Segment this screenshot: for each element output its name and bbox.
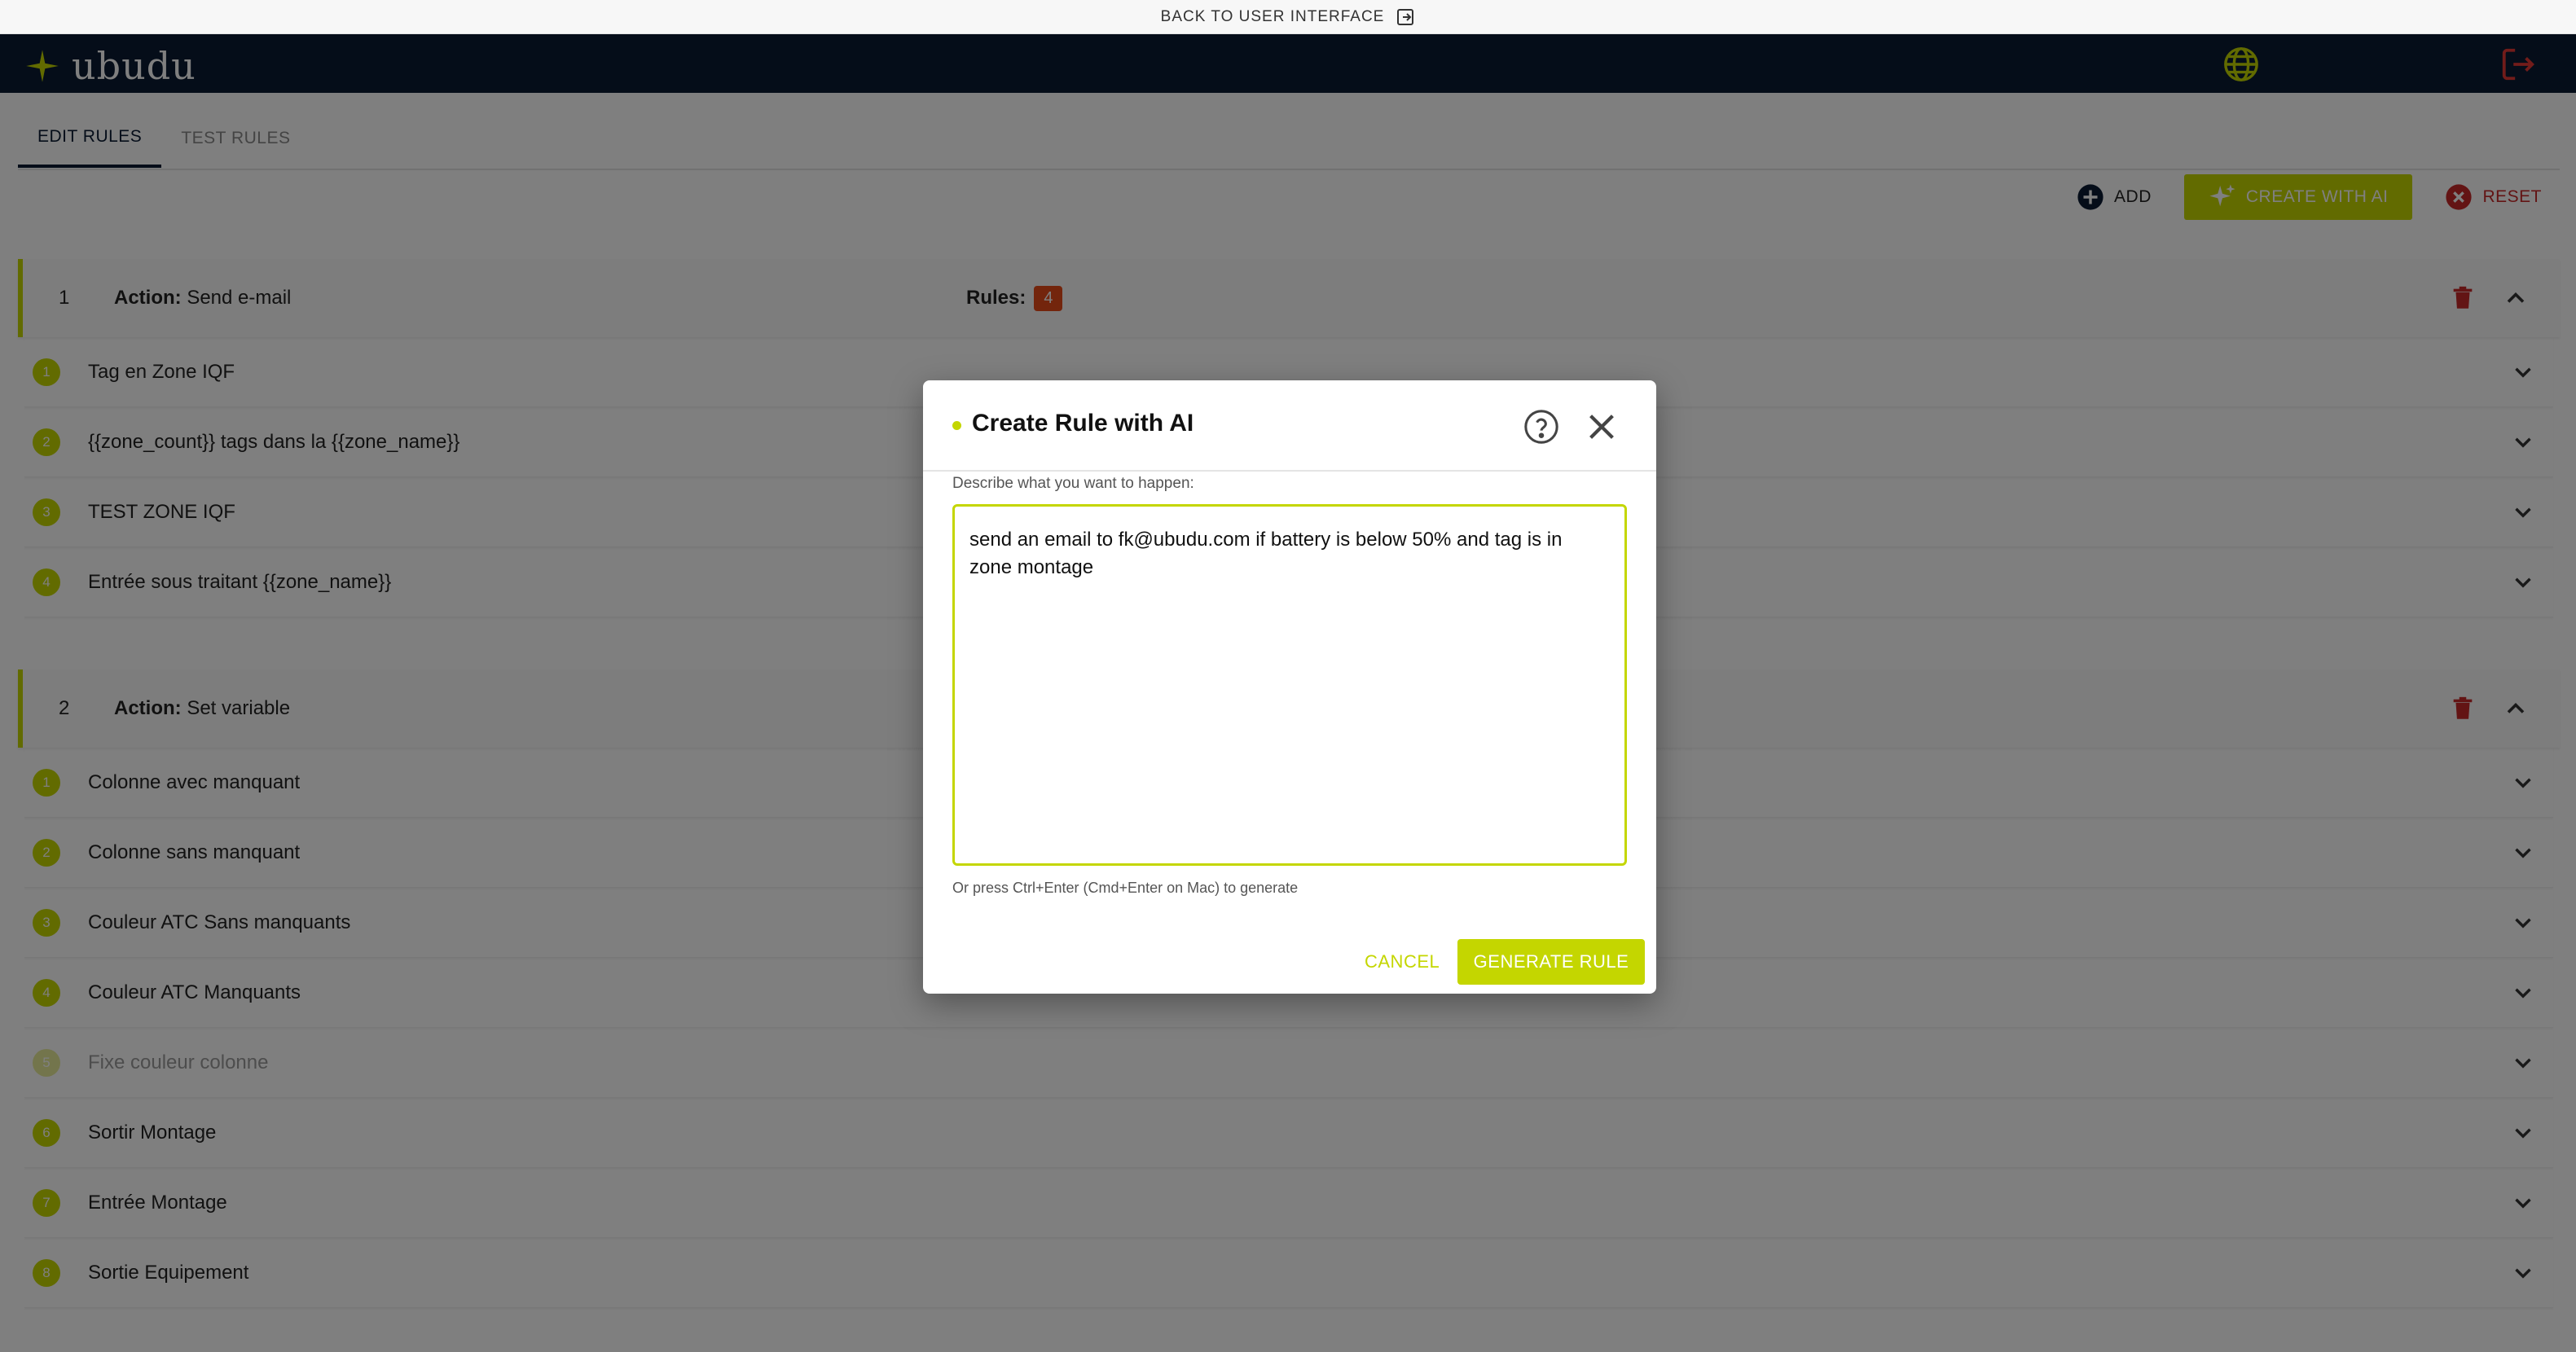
rule-description-input[interactable]: send an email to fk@ubudu.com if battery… [952,504,1627,866]
shortcut-hint: Or press Ctrl+Enter (Cmd+Enter on Mac) t… [952,880,1299,896]
cancel-button[interactable]: CANCEL [1353,939,1451,985]
help-icon[interactable] [1523,408,1560,446]
generate-rule-button[interactable]: GENERATE RULE [1457,939,1645,985]
back-to-user-interface-link[interactable]: BACK TO USER INTERFACE [0,0,2576,34]
back-to-user-interface-label: BACK TO USER INTERFACE [1160,7,1385,25]
exit-icon [1397,8,1414,25]
create-rule-ai-dialog: Create Rule with AI Describe what you wa… [923,380,1656,994]
dialog-header: Create Rule with AI [923,380,1656,472]
title-dot [952,421,961,430]
close-icon[interactable] [1583,408,1620,446]
prompt-label: Describe what you want to happen: [952,475,1194,492]
dialog-title: Create Rule with AI [972,410,1194,437]
